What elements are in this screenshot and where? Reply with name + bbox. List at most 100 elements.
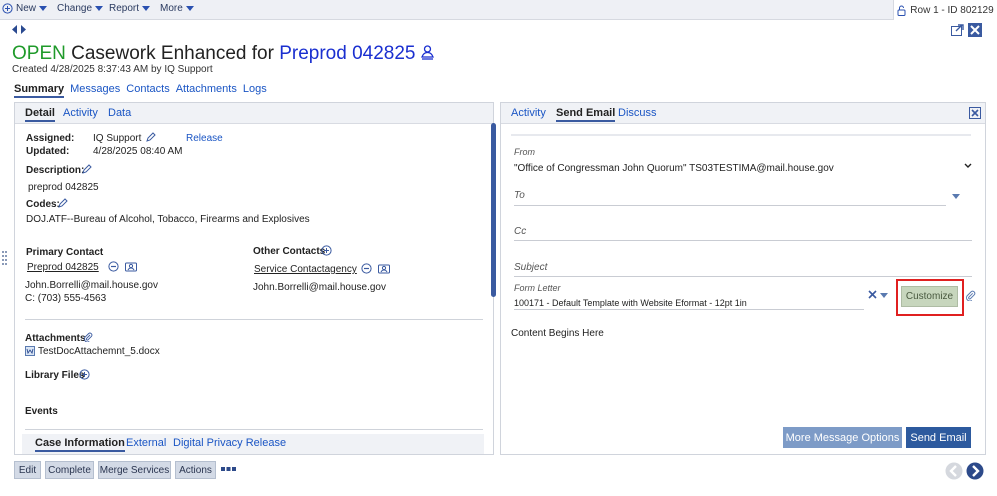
divider — [25, 319, 483, 320]
constituent-name-link[interactable]: Preprod 042825 — [279, 43, 415, 64]
case-title: OPEN Casework Enhanced for Preprod 04282… — [12, 43, 434, 65]
tab-attachments[interactable]: Attachments — [176, 83, 237, 98]
add-circle-icon[interactable] — [321, 245, 332, 256]
clear-icon[interactable] — [868, 290, 877, 299]
more-menu[interactable]: More — [160, 3, 194, 14]
close-button[interactable] — [968, 23, 982, 37]
other-contacts-label: Other Contacts — [253, 246, 326, 257]
field-underline — [514, 240, 972, 241]
form-letter-value: 100171 - Default Template with Website E… — [514, 298, 747, 308]
add-circle-icon[interactable] — [79, 369, 90, 380]
actions-button[interactable]: Actions — [175, 461, 216, 479]
remove-circle-icon[interactable] — [108, 261, 119, 272]
send-email-button[interactable]: Send Email — [906, 427, 971, 448]
more-options-icon[interactable] — [221, 467, 236, 472]
codes-label: Codes: — [26, 199, 60, 210]
case-info-tabs: Case Information External Digital Privac… — [22, 434, 484, 454]
events-label: Events — [25, 406, 58, 417]
primary-contact-link[interactable]: Preprod 042825 — [27, 262, 99, 273]
field-underline — [514, 276, 972, 277]
email-body-text: Content Begins Here — [511, 328, 604, 339]
email-body-editor[interactable]: Content Begins Here — [511, 325, 977, 423]
description-value: preprod 042825 — [28, 182, 99, 193]
add-circle-icon — [2, 3, 13, 14]
attachment-file-link[interactable]: TestDocAttachemnt_5.docx — [38, 346, 160, 357]
next-page-icon[interactable] — [966, 462, 984, 480]
previous-page-icon[interactable] — [945, 462, 963, 480]
created-info: Created 4/28/2025 8:37:43 AM by IQ Suppo… — [12, 64, 213, 75]
form-letter-label: Form Letter — [514, 283, 561, 293]
scrollbar-thumb[interactable] — [491, 123, 496, 297]
primary-contact-email: John.Borrelli@mail.house.gov — [25, 280, 158, 291]
merge-services-button[interactable]: Merge Services — [98, 461, 171, 479]
detail-panel: Detail Activity Data Assigned: IQ Suppor… — [14, 102, 496, 455]
tab-messages[interactable]: Messages — [70, 83, 120, 98]
close-icon — [970, 25, 980, 35]
edit-button[interactable]: Edit — [14, 461, 41, 479]
edit-pencil-icon[interactable] — [146, 132, 156, 142]
contact-card-icon[interactable] — [378, 263, 390, 274]
tab-logs[interactable]: Logs — [243, 83, 267, 98]
from-select[interactable]: "Office of Congressman John Quorum" TS03… — [514, 160, 974, 176]
row-id-text: Row 1 - ID 802129 — [910, 4, 994, 16]
edit-pencil-icon[interactable] — [58, 198, 68, 208]
more-message-options-button[interactable]: More Message Options — [783, 427, 902, 448]
tab-activity[interactable]: Activity — [63, 107, 98, 119]
to-placeholder: To — [514, 190, 525, 201]
report-menu-label: Report — [109, 3, 140, 14]
paperclip-icon[interactable] — [83, 332, 93, 342]
tab-case-information[interactable]: Case Information — [35, 437, 125, 452]
resize-handle[interactable] — [2, 250, 8, 270]
customize-button[interactable]: Customize — [901, 286, 958, 307]
divider — [25, 429, 483, 430]
divider — [511, 134, 971, 136]
person-icon[interactable] — [420, 45, 434, 60]
report-menu[interactable]: Report — [109, 3, 151, 14]
to-dropdown-icon[interactable] — [952, 194, 960, 199]
tab-detail[interactable]: Detail — [25, 107, 55, 122]
library-files-label: Library Files — [25, 370, 85, 381]
change-menu-label: Change — [57, 3, 93, 14]
new-menu-label: New — [16, 3, 37, 14]
detail-panel-tabs: Detail Activity Data — [15, 103, 493, 124]
popout-icon[interactable] — [951, 24, 964, 36]
contact-card-icon[interactable] — [125, 261, 137, 272]
case-title-text: Casework Enhanced for — [71, 43, 274, 64]
tab-contacts[interactable]: Contacts — [126, 83, 169, 98]
subject-placeholder: Subject — [514, 262, 548, 273]
change-menu[interactable]: Change — [57, 3, 104, 14]
word-document-icon — [25, 346, 35, 356]
record-indicator: Row 1 - ID 802129 — [893, 0, 997, 20]
other-contact-link[interactable]: Service Contactagency — [254, 264, 357, 275]
release-link[interactable]: Release — [186, 133, 223, 144]
close-panel-button[interactable] — [969, 107, 981, 119]
status-label: OPEN — [12, 43, 66, 64]
edit-pencil-icon[interactable] — [82, 164, 92, 174]
complete-button[interactable]: Complete — [45, 461, 94, 479]
form-letter-dropdown-icon[interactable] — [880, 293, 888, 298]
assigned-value: IQ Support — [93, 133, 142, 144]
subject-field[interactable]: Subject — [514, 259, 972, 277]
tab-activity[interactable]: Activity — [511, 107, 546, 119]
codes-value: DOJ.ATF--Bureau of Alcohol, Tobacco, Fir… — [26, 214, 310, 225]
paperclip-icon[interactable] — [965, 290, 976, 301]
field-underline — [514, 205, 946, 206]
tab-send-email[interactable]: Send Email — [556, 107, 616, 122]
tab-summary[interactable]: Summary — [14, 83, 65, 98]
to-field[interactable]: To — [514, 187, 946, 205]
form-letter-select[interactable]: 100171 - Default Template with Website E… — [514, 295, 864, 309]
navigate-arrows-icon[interactable] — [12, 25, 26, 34]
tab-digital-privacy-release[interactable]: Digital Privacy Release — [173, 437, 286, 449]
top-toolbar: New Change Report More Row 1 - ID 802129 — [0, 0, 997, 20]
chevron-down-icon — [964, 163, 972, 168]
from-value: "Office of Congressman John Quorum" TS03… — [514, 163, 834, 174]
cc-placeholder: Cc — [514, 226, 527, 237]
remove-circle-icon[interactable] — [361, 263, 372, 274]
primary-contact-phone: C: (703) 555-4563 — [25, 293, 107, 304]
tab-discuss[interactable]: Discuss — [618, 107, 657, 119]
grip-icon — [2, 251, 7, 265]
tab-external[interactable]: External — [126, 437, 166, 449]
cc-field[interactable]: Cc — [514, 223, 972, 241]
new-menu[interactable]: New — [2, 3, 48, 14]
tab-data[interactable]: Data — [108, 107, 131, 119]
